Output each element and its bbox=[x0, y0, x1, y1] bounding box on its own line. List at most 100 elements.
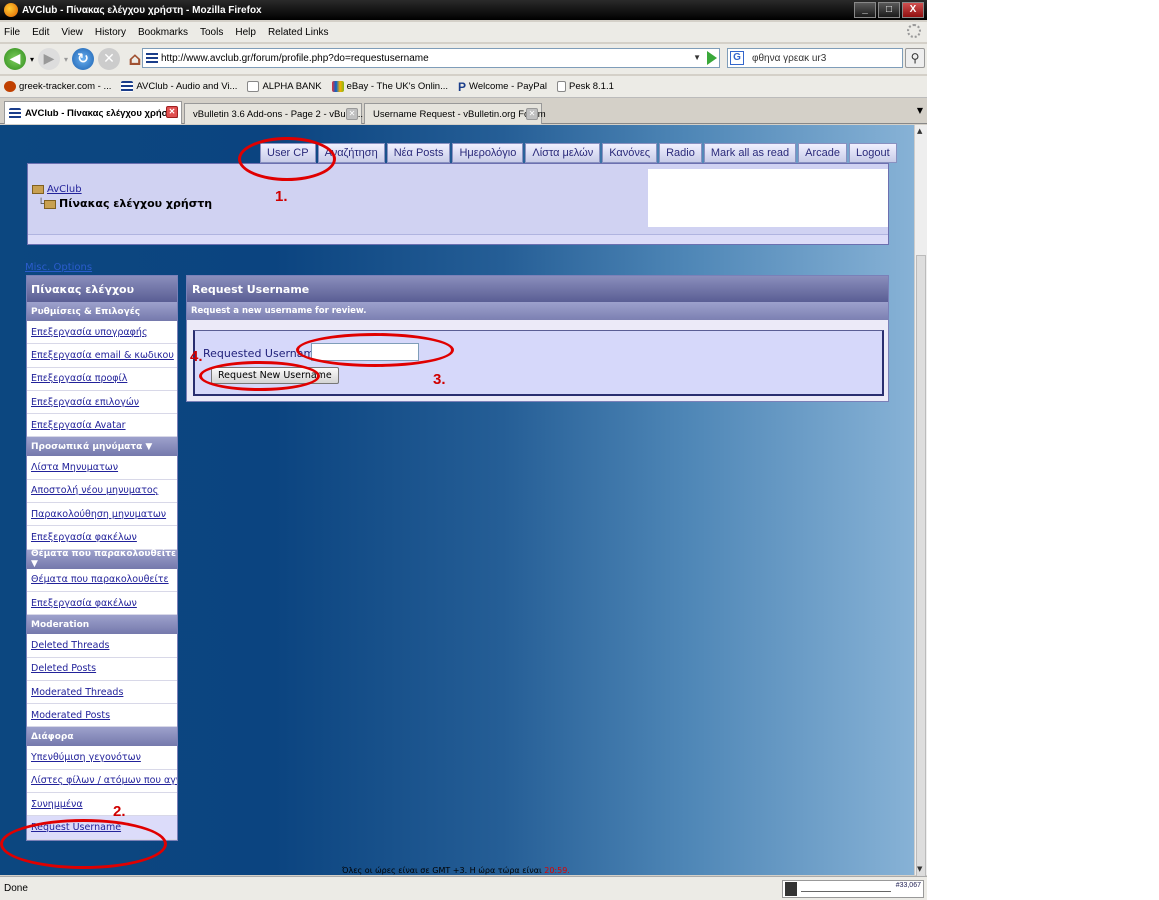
sidebar-item-track-messages[interactable]: Παρακολούθηση μηνυματων bbox=[27, 503, 177, 527]
menu-tools[interactable]: Tools bbox=[200, 27, 223, 38]
firefox-window: AVClub - Πίνακας ελέγχου χρήστη - Mozill… bbox=[0, 0, 927, 900]
sidebar-item-subscribed-threads[interactable]: Θέματα που παρακολουθείτε bbox=[27, 569, 177, 592]
close-window-button[interactable]: X bbox=[902, 2, 924, 18]
search-magnifier-icon[interactable]: ⚲ bbox=[905, 48, 925, 68]
page-icon bbox=[557, 81, 566, 92]
forum-navbar: User CP Αναζήτηση Νέα Posts Ημερολόγιο Λ… bbox=[260, 143, 897, 163]
tab-bar: AVClub - Πίνακας ελέγχου χρήστη ✕ vBulle… bbox=[0, 100, 927, 124]
sidebar-item-edit-folders[interactable]: Επεξεργασία φακέλων bbox=[27, 526, 177, 550]
title-bar: AVClub - Πίνακας ελέγχου χρήστη - Mozill… bbox=[0, 0, 927, 20]
reload-icon[interactable]: ↻ bbox=[72, 48, 95, 70]
menu-file[interactable]: File bbox=[4, 27, 20, 38]
menu-bookmarks[interactable]: Bookmarks bbox=[138, 27, 188, 38]
folder-icon bbox=[32, 184, 44, 194]
window-title: AVClub - Πίνακας ελέγχου χρήστη - Mozill… bbox=[22, 4, 262, 16]
bookmarks-toolbar: greek-tracker.com - ... AVClub - Audio a… bbox=[0, 76, 927, 98]
misc-options-link[interactable]: Misc. Options bbox=[25, 262, 92, 273]
bookmark-pesk[interactable]: Pesk 8.1.1 bbox=[557, 81, 614, 92]
ebay-icon bbox=[331, 81, 344, 92]
back-arrow-icon[interactable]: ◀ bbox=[4, 48, 26, 70]
url-text[interactable]: http://www.avclub.gr/forum/profile.php?d… bbox=[161, 53, 429, 64]
annotation-step-1: 1. bbox=[275, 188, 288, 205]
nav-arcade[interactable]: Arcade bbox=[798, 143, 847, 163]
sidebar-item-deleted-threads[interactable]: Deleted Threads bbox=[27, 634, 177, 658]
breadcrumb-root-link[interactable]: AvClub bbox=[47, 184, 82, 195]
url-bar[interactable]: http://www.avclub.gr/forum/profile.php?d… bbox=[142, 48, 720, 68]
page-title: Πίνακας ελέγχου χρήστη bbox=[59, 197, 213, 210]
annotation-circle-username-input bbox=[296, 333, 454, 367]
menu-edit[interactable]: Edit bbox=[32, 27, 49, 38]
search-engine-icon[interactable]: G bbox=[730, 51, 744, 65]
tab-vbulletin-addons[interactable]: vBulletin 3.6 Add-ons - Page 2 - vBulle.… bbox=[184, 103, 363, 124]
scroll-down-icon[interactable]: ▼ bbox=[917, 865, 922, 873]
forward-dropdown-icon[interactable]: ▾ bbox=[64, 55, 68, 64]
tab-list-icon[interactable]: ▼ bbox=[917, 106, 923, 115]
sidebar-item-deleted-posts[interactable]: Deleted Posts bbox=[27, 658, 177, 681]
paypal-icon: P bbox=[458, 79, 467, 94]
avclub-favicon-icon bbox=[9, 107, 21, 119]
sidebar-item-moderated-threads[interactable]: Moderated Threads bbox=[27, 681, 177, 705]
nav-member-list[interactable]: Λίστα μελών bbox=[525, 143, 601, 163]
sidebar-item-send-message[interactable]: Αποστολή νέου μηνυματος bbox=[27, 480, 177, 504]
sidebar-item-message-list[interactable]: Λίστα Μηνυματων bbox=[27, 456, 177, 480]
bookmark-avclub[interactable]: AVClub - Audio and Vi... bbox=[121, 81, 237, 92]
bookmark-paypal[interactable]: P Welcome - PayPal bbox=[458, 80, 547, 94]
stop-icon[interactable]: ✕ bbox=[98, 48, 121, 70]
search-box[interactable]: G φθηνα γρεακ ur3 bbox=[727, 48, 903, 68]
close-tab-icon[interactable]: ✕ bbox=[346, 108, 358, 120]
nav-radio[interactable]: Radio bbox=[659, 143, 702, 163]
throbber-icon bbox=[907, 24, 921, 38]
sidebar-item-edit-email-password[interactable]: Επεξεργασία email & κωδικου bbox=[27, 344, 177, 368]
menu-view[interactable]: View bbox=[61, 27, 83, 38]
status-bar: Done #33,067 bbox=[0, 876, 927, 900]
sidebar-item-edit-profile[interactable]: Επεξεργασία προφίλ bbox=[27, 368, 177, 391]
menu-help[interactable]: Help bbox=[235, 27, 256, 38]
minimize-button[interactable]: _ bbox=[854, 2, 876, 18]
menu-history[interactable]: History bbox=[95, 27, 126, 38]
sidebar-section-subscribed-threads[interactable]: Θέματα που παρακολουθείτε ▼ bbox=[27, 549, 177, 569]
bookmark-alpha-bank[interactable]: ALPHA BANK bbox=[247, 81, 322, 92]
scroll-up-icon[interactable]: ▲ bbox=[917, 127, 922, 135]
breadcrumb: AvClub └ Πίνακας ελέγχου χρήστη bbox=[32, 184, 212, 210]
bookmark-ebay[interactable]: eBay - The UK's Onlin... bbox=[331, 81, 448, 92]
sidebar-item-event-reminders[interactable]: Υπενθύμιση γεγονότων bbox=[27, 746, 177, 770]
status-text: Done bbox=[4, 883, 28, 894]
back-dropdown-icon[interactable]: ▾ bbox=[30, 55, 34, 64]
sidebar-item-edit-options[interactable]: Επεξεργασία επιλογών bbox=[27, 391, 177, 415]
greek-tracker-icon bbox=[4, 81, 16, 92]
sidebar-item-moderated-posts[interactable]: Moderated Posts bbox=[27, 704, 177, 728]
site-favicon-icon bbox=[146, 53, 158, 63]
timezone-footer: Όλες οι ώρες είναι σε GMT +3. Η ώρα τώρα… bbox=[342, 866, 570, 875]
maximize-button[interactable]: □ bbox=[878, 2, 900, 18]
nav-rules[interactable]: Κανόνες bbox=[602, 143, 658, 163]
nav-logout[interactable]: Logout bbox=[848, 143, 897, 163]
close-tab-icon[interactable]: ✕ bbox=[166, 106, 178, 118]
nav-new-posts[interactable]: Νέα Posts bbox=[386, 143, 451, 163]
nav-calendar[interactable]: Ημερολόγιο bbox=[452, 143, 524, 163]
tab-username-request[interactable]: Username Request - vBulletin.org Forum ✕ bbox=[364, 103, 546, 124]
sidebar-item-edit-signature[interactable]: Επεξεργασία υπογραφής bbox=[27, 321, 177, 345]
sidebar-item-edit-subscription-folders[interactable]: Επεξεργασία φακέλων bbox=[27, 592, 177, 616]
scrollbar-thumb[interactable] bbox=[916, 255, 926, 900]
meter-value: #33,067 bbox=[895, 882, 921, 889]
vertical-scrollbar[interactable]: ▲ ▼ bbox=[914, 125, 927, 900]
nav-mark-all-read[interactable]: Mark all as read bbox=[703, 143, 797, 163]
panel-subtitle: Request a new username for review. bbox=[187, 302, 888, 320]
go-arrow-icon[interactable] bbox=[707, 51, 717, 65]
url-dropdown-icon[interactable]: ▼ bbox=[693, 53, 701, 62]
sidebar-item-buddy-ignore-lists[interactable]: Λίστες φίλων / ατόμων που αγνοώ bbox=[27, 770, 177, 794]
sidebar-item-attachments[interactable]: Συνημμένα bbox=[27, 793, 177, 817]
banner-area bbox=[648, 169, 888, 227]
search-text[interactable]: φθηνα γρεακ ur3 bbox=[752, 53, 826, 64]
forward-arrow-icon[interactable]: ▶ bbox=[38, 48, 61, 70]
annotation-circle-request-button bbox=[199, 361, 320, 391]
meter-graph bbox=[801, 891, 891, 892]
tab-avclub[interactable]: AVClub - Πίνακας ελέγχου χρήστη ✕ bbox=[4, 101, 182, 124]
menu-bar: File Edit View History Bookmarks Tools H… bbox=[0, 22, 927, 42]
bookmark-greek-tracker[interactable]: greek-tracker.com - ... bbox=[4, 81, 111, 92]
sidebar-section-settings[interactable]: Ρυθμίσεις & Επιλογές bbox=[27, 302, 177, 321]
sidebar-section-private-messages[interactable]: Προσωπικά μηνύματα ▼ bbox=[27, 437, 177, 457]
menu-related-links[interactable]: Related Links bbox=[268, 27, 329, 38]
sidebar-item-edit-avatar[interactable]: Επεξεργασία Avatar bbox=[27, 414, 177, 438]
close-tab-icon[interactable]: ✕ bbox=[526, 108, 538, 120]
